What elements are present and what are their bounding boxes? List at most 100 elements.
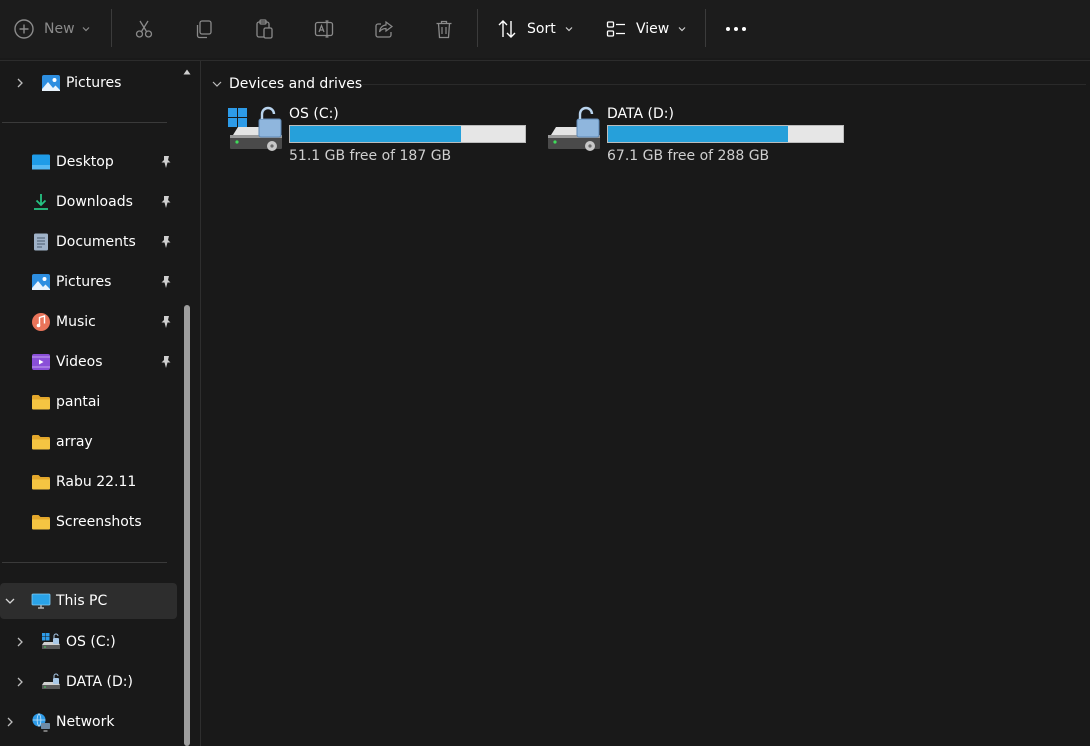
folder-icon [32,435,50,450]
more-icon [726,27,746,31]
drive-usage-fill [290,126,461,142]
chevron-down-icon [5,598,15,604]
sidebar-item-data-drive[interactable]: DATA (D:) [0,664,177,700]
pictures-icon [42,75,60,91]
view-icon [606,21,625,37]
rename-icon [314,20,334,38]
share-button[interactable] [373,14,395,44]
sidebar-item-label: OS (C:) [66,634,116,650]
drive-name: DATA (D:) [607,106,674,122]
sidebar-item-documents[interactable]: Documents [0,224,177,260]
drive-free-space: 67.1 GB free of 288 GB [607,148,770,164]
pin-icon [161,356,171,368]
chevron-right-icon [17,78,23,88]
sidebar-item-videos[interactable]: Videos [0,344,177,380]
cut-icon [135,20,153,38]
chevron-down-icon [678,27,686,32]
sidebar-item-pantai[interactable]: pantai [0,384,177,420]
sidebar-item-desktop[interactable]: Desktop [0,144,177,180]
pin-icon [161,236,171,248]
videos-icon [32,354,50,370]
sort-button[interactable]: Sort [496,14,574,44]
view-label: View [636,21,670,37]
drive-free-space: 51.1 GB free of 187 GB [289,148,452,164]
drive-icon [42,633,60,649]
toolbar-separator [477,9,478,47]
pin-icon [161,196,171,208]
sidebar-item-pictures[interactable]: Pictures [0,264,177,300]
network-icon [32,713,50,732]
sidebar-item-pictures-library[interactable]: Pictures [0,65,177,101]
chevron-right-icon [7,717,13,727]
sidebar-item-rabu[interactable]: Rabu 22.11 [0,464,177,500]
sidebar-item-label: Screenshots [56,514,142,530]
drive-tile-os[interactable]: OS (C:) 51.1 GB free of 187 GB [227,101,537,171]
sort-label: Sort [527,21,556,37]
sidebar-item-label: pantai [56,394,101,410]
desktop-icon [32,154,50,170]
folder-icon [32,475,50,490]
this-pc-icon [31,593,51,609]
group-divider [361,84,1086,85]
drive-icon [42,673,60,689]
pin-icon [161,316,171,328]
sidebar-item-music[interactable]: Music [0,304,177,340]
sidebar-item-label: Videos [56,354,103,370]
sidebar-divider [2,122,167,123]
group-label: Devices and drives [229,76,363,92]
more-options-button[interactable] [724,14,748,44]
chevron-down-icon [565,27,573,32]
sidebar-divider [2,562,167,563]
sidebar-item-label: Music [56,314,96,330]
drive-usage-bar [607,125,844,143]
delete-button[interactable] [433,14,455,44]
copy-button[interactable] [193,14,215,44]
sidebar-item-label: DATA (D:) [66,674,133,690]
command-bar: New Sort View [0,0,1090,58]
downloads-icon [34,194,48,210]
toolbar-separator [111,9,112,47]
drive-usage-bar [289,125,526,143]
devices-group-header[interactable]: Devices and drives [211,75,362,93]
drive-usage-fill [608,126,789,142]
toolbar-separator [705,9,706,47]
sidebar-item-screenshots[interactable]: Screenshots [0,504,177,540]
delete-icon [436,20,452,39]
paste-icon [256,19,273,39]
pin-icon [161,276,171,288]
cut-button[interactable] [133,14,155,44]
new-button[interactable]: New [13,14,91,44]
sidebar-item-label: Rabu 22.11 [56,474,137,490]
drive-name: OS (C:) [289,106,339,122]
drive-icon [548,106,600,151]
system-drive-icon [228,106,282,151]
paste-button[interactable] [253,14,275,44]
chevron-down-icon [212,81,222,87]
music-icon [32,313,50,331]
drive-tile-data[interactable]: DATA (D:) 67.1 GB free of 288 GB [545,101,855,171]
documents-icon [34,233,48,251]
plus-circle-icon [14,19,34,39]
sidebar-item-label: Desktop [56,154,114,170]
sidebar-item-label: Documents [56,234,136,250]
view-button[interactable]: View [605,14,687,44]
rename-button[interactable] [313,14,335,44]
chevron-right-icon [17,677,23,687]
sidebar-item-label: Pictures [66,75,122,91]
sidebar-item-downloads[interactable]: Downloads [0,184,177,220]
sidebar-item-this-pc[interactable]: This PC [0,583,177,619]
scroll-up-arrow-icon[interactable] [182,67,192,77]
new-label: New [44,21,75,37]
copy-icon [196,20,212,39]
sidebar-item-os-drive[interactable]: OS (C:) [0,624,177,660]
sidebar-item-label: Downloads [56,194,133,210]
sidebar-item-network[interactable]: Network [0,704,177,740]
share-icon [375,20,393,38]
content-pane: Devices and drives OS (C:) 51.1 GB free … [201,61,1090,746]
sidebar-item-label: Pictures [56,274,112,290]
sort-icon [498,20,516,38]
sidebar-item-label: This PC [56,593,108,609]
scrollbar-thumb[interactable] [184,305,190,746]
sidebar-item-array[interactable]: array [0,424,177,460]
sidebar-item-label: array [56,434,93,450]
